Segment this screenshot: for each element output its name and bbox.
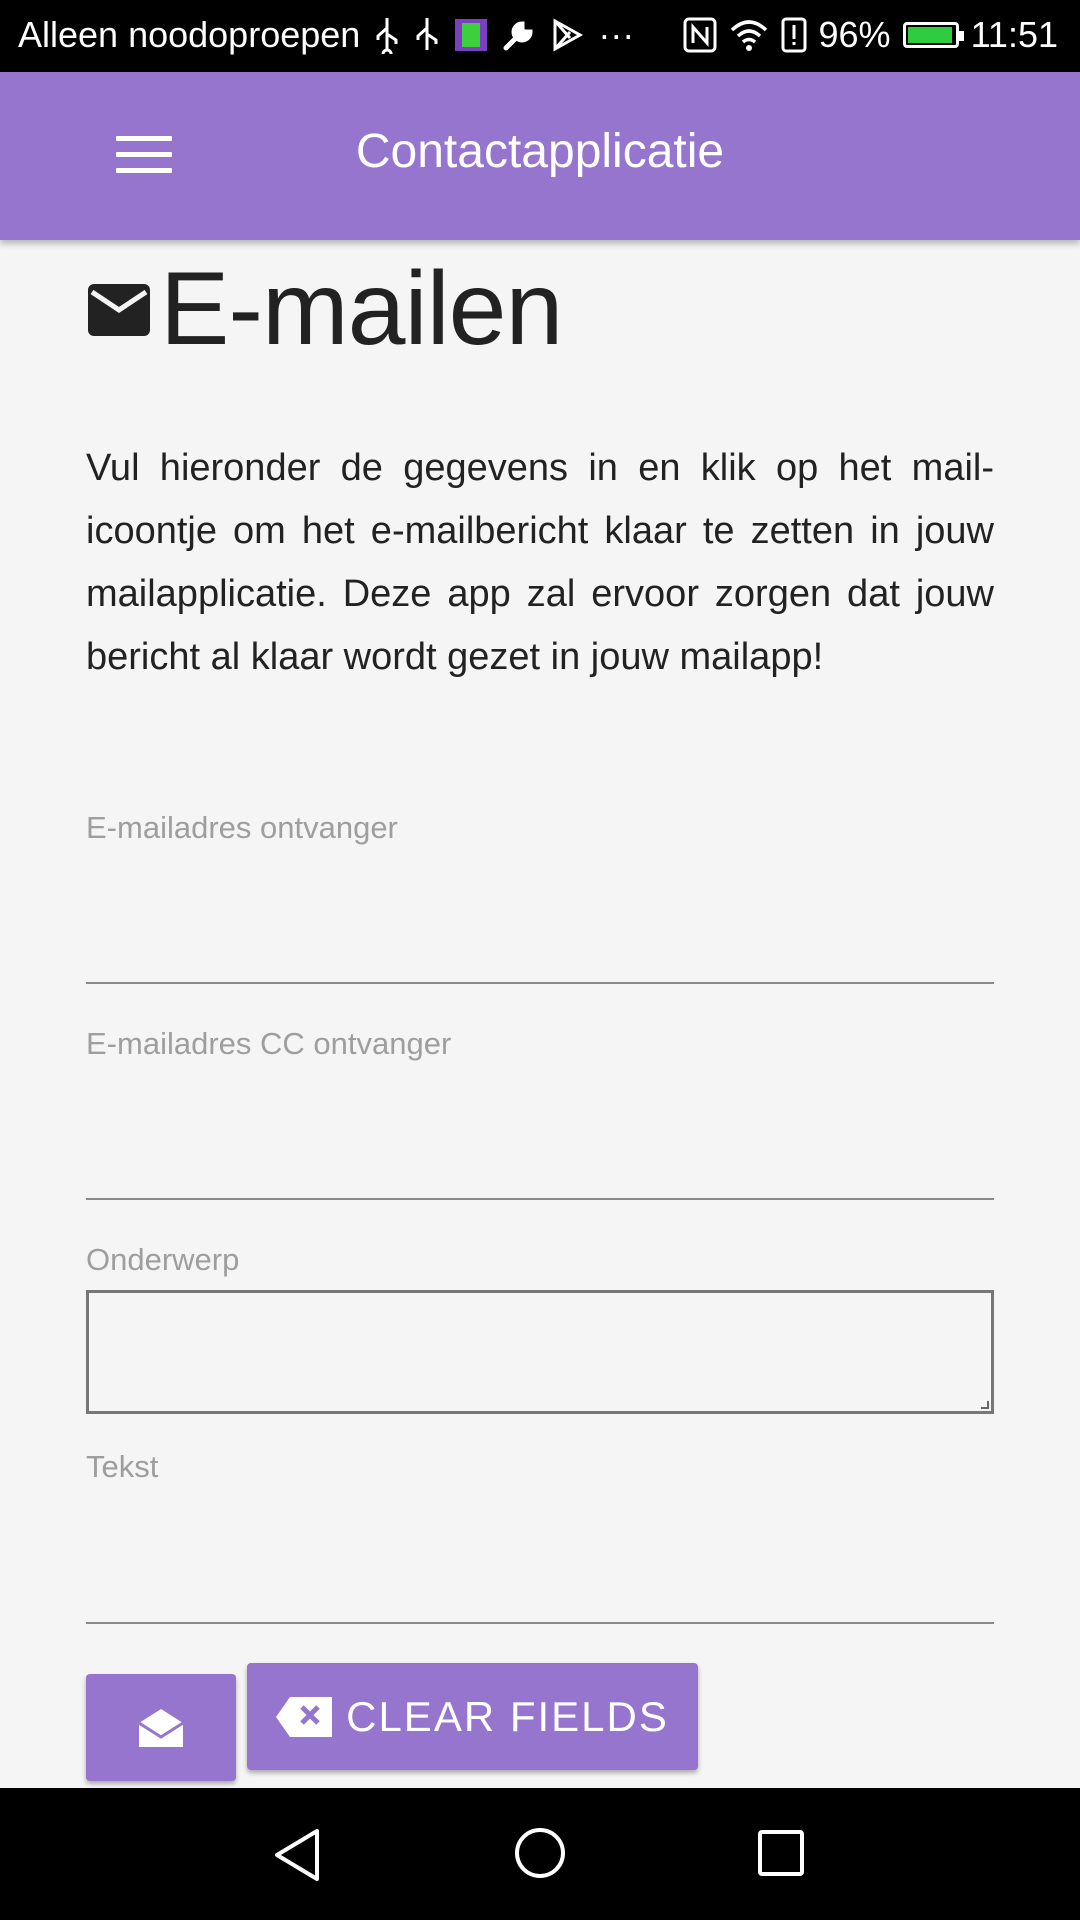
send-mail-button[interactable] [86, 1674, 236, 1781]
wifi-icon [729, 18, 769, 52]
alert-icon [781, 17, 807, 53]
text-underline [86, 1622, 994, 1624]
to-label: E-mailadres ontvanger [86, 810, 398, 845]
cc-email-input[interactable] [86, 1076, 998, 1198]
cc-label: E-mailadres CC ontvanger [86, 1026, 452, 1061]
intro-text: Vul hieronder de gegevens in en klik op … [86, 447, 994, 678]
battery-percent: 96% [818, 14, 891, 55]
to-underline [86, 982, 994, 984]
open-envelope-icon [137, 1707, 185, 1749]
recents-icon[interactable] [758, 1830, 804, 1881]
battery-icon [902, 22, 964, 48]
message-text-input[interactable] [86, 1500, 998, 1622]
play-store-icon [550, 18, 584, 52]
page-title: E-mailen [160, 251, 563, 367]
cc-underline [86, 1198, 994, 1200]
carrier-text: Alleen noodoproepen [18, 14, 361, 55]
home-icon[interactable] [513, 1826, 567, 1885]
overflow-indicator: ··· [598, 14, 635, 55]
app-title: Contactapplicatie [355, 125, 725, 178]
page-heading: E-mailen [86, 250, 563, 369]
subject-textarea[interactable] [86, 1290, 994, 1414]
status-bar: Alleen noodoproepen ··· 96% 11:51 [0, 0, 1080, 72]
subject-label: Onderwerp [86, 1242, 240, 1277]
clock-time: 11:51 [970, 14, 1058, 55]
app-bar: Contactapplicatie [0, 72, 1080, 240]
to-email-input[interactable] [86, 860, 998, 982]
usb-icon [414, 16, 440, 54]
text-label: Tekst [86, 1449, 159, 1484]
resize-handle[interactable] [981, 1401, 989, 1409]
envelope-icon [86, 282, 152, 338]
backspace-icon [276, 1696, 333, 1737]
back-icon[interactable] [272, 1828, 322, 1887]
nfc-icon [683, 17, 717, 53]
usb-icon [374, 16, 400, 54]
clear-fields-label: CLEAR FIELDS [346, 1692, 669, 1740]
wrench-icon [502, 18, 536, 52]
clear-fields-button[interactable]: CLEAR FIELDS [247, 1663, 698, 1770]
sim-app-icon [454, 18, 488, 52]
system-navigation-bar [0, 1788, 1080, 1920]
